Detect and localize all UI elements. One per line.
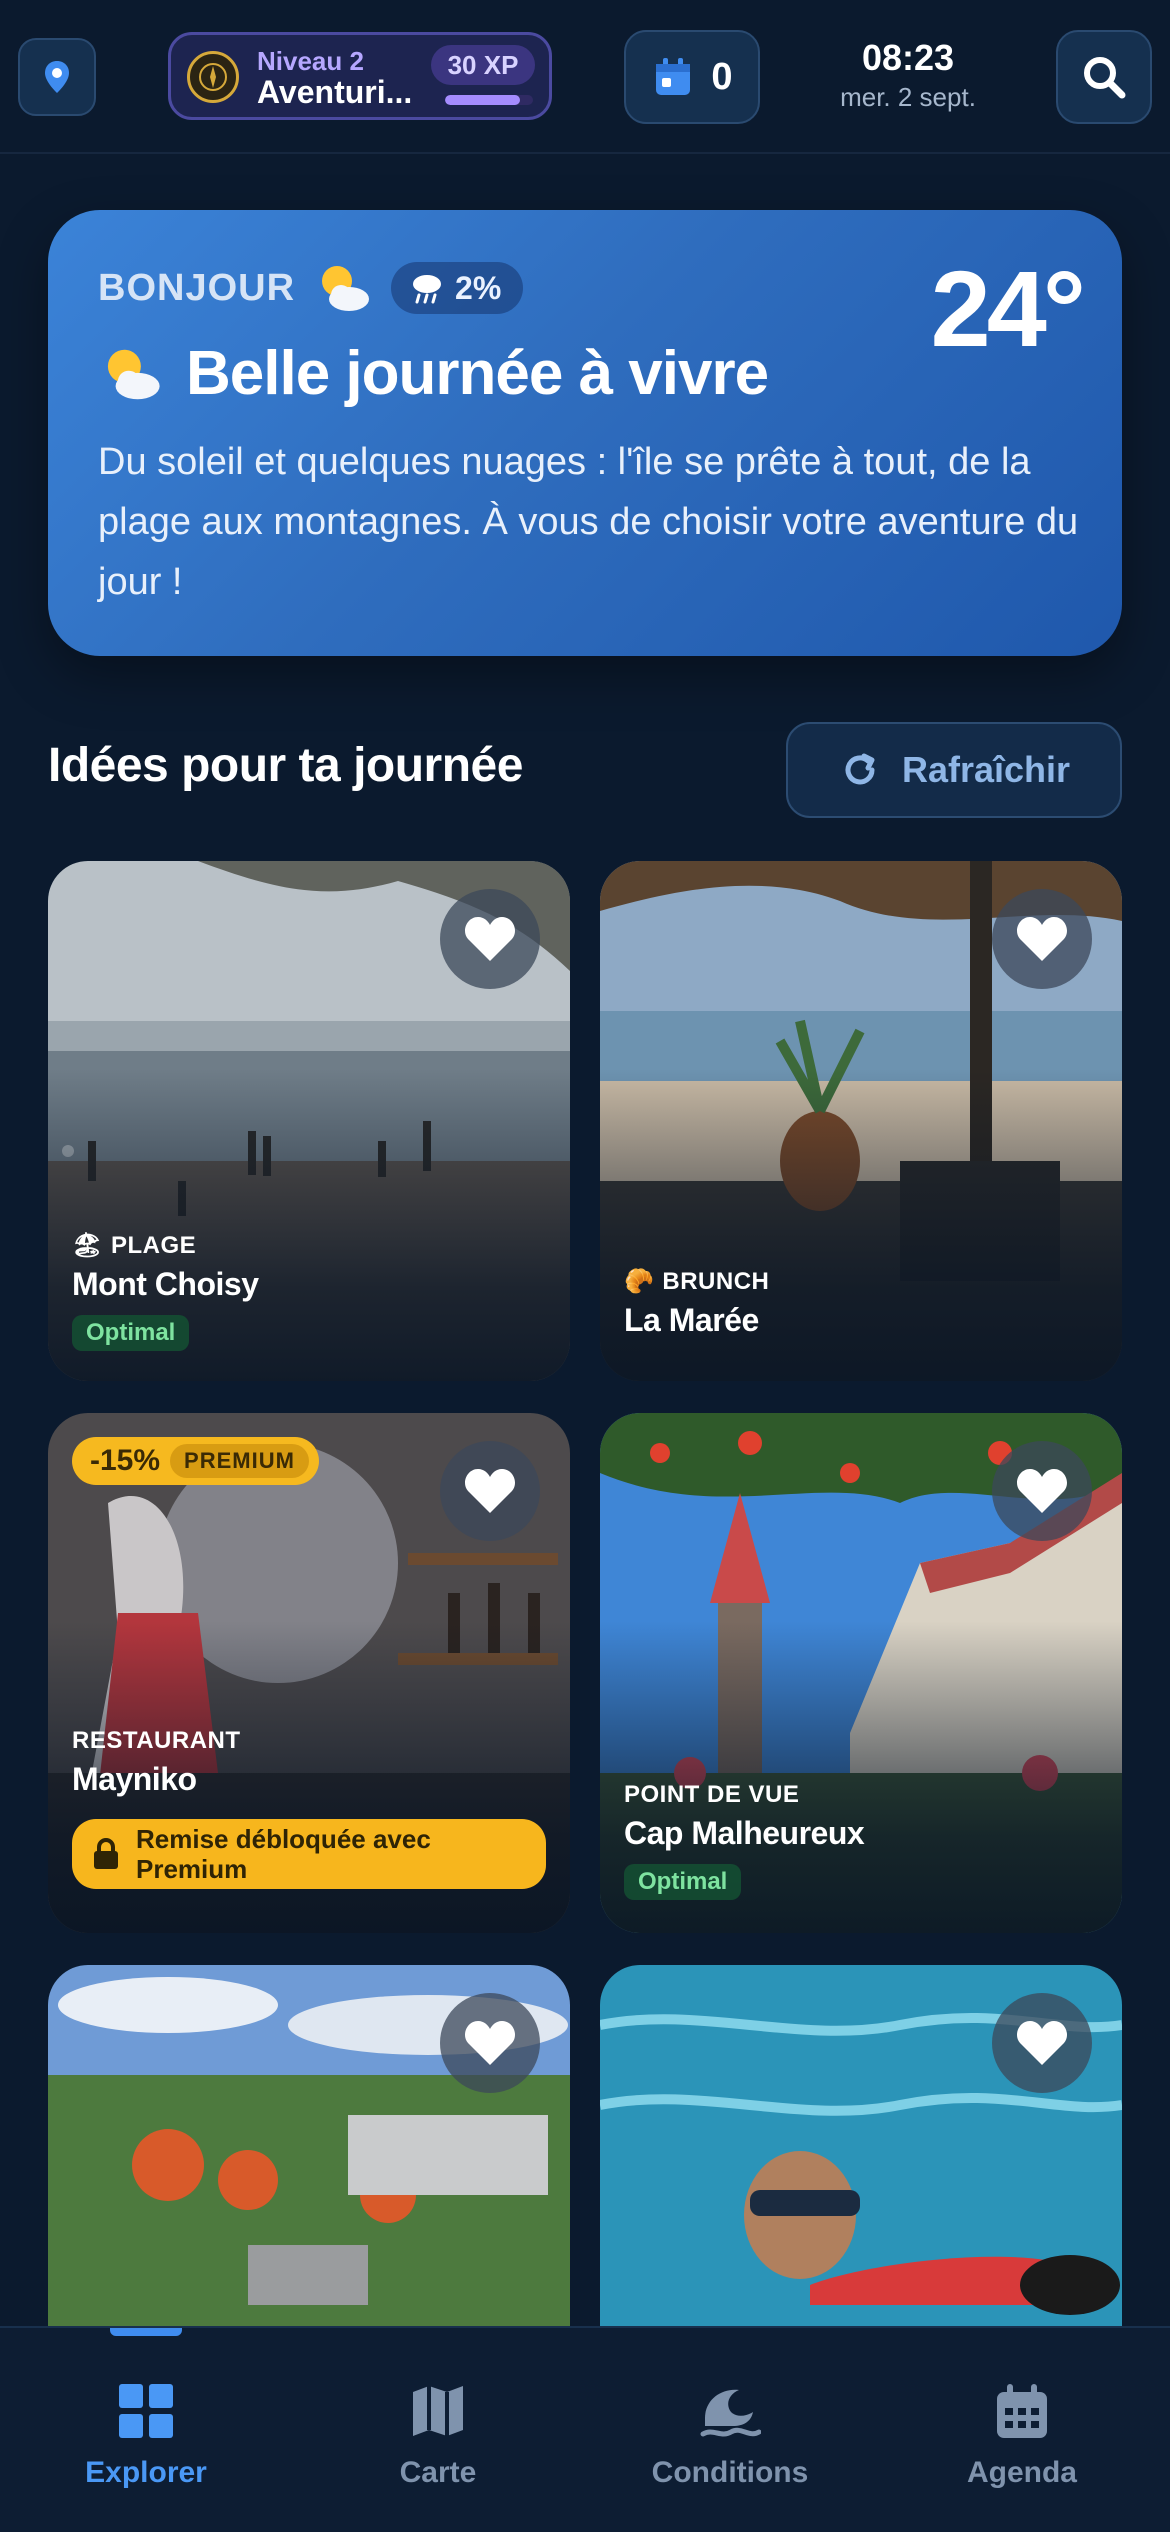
heart-icon bbox=[464, 2021, 516, 2065]
location-pin-icon bbox=[45, 61, 69, 93]
status-badge: Optimal bbox=[72, 1315, 190, 1351]
card-category: 🏖 PLAGE bbox=[72, 1231, 258, 1260]
card-category-label: BRUNCH bbox=[662, 1267, 770, 1295]
idea-card[interactable]: 🥐 BRUNCH La Marée bbox=[600, 861, 1122, 1381]
wave-icon bbox=[700, 2389, 761, 2437]
nav-tab-conditions[interactable]: Conditions bbox=[584, 2382, 876, 2490]
nav-label: Carte bbox=[399, 2456, 477, 2489]
card-name: La Marée bbox=[624, 1302, 759, 1338]
weather-description: Du soleil et quelques nuages : l'île se … bbox=[98, 441, 1079, 603]
nav-tab-carte[interactable]: Carte bbox=[292, 2382, 584, 2490]
idea-card[interactable]: -15% PREMIUM RESTAURANT Mayniko Remise d… bbox=[48, 1413, 570, 1933]
level-name: Aventuri... bbox=[257, 74, 413, 110]
agenda-count: 0 bbox=[711, 55, 733, 98]
card-category-emoji: 🥐 bbox=[624, 1268, 655, 1295]
clock-time: 08:23 bbox=[861, 37, 955, 78]
idea-card[interactable]: 🏖 PLAGE Mont Choisy Optimal bbox=[48, 861, 570, 1381]
sun-cloud-icon bbox=[107, 349, 160, 399]
nav-label: Conditions bbox=[651, 2456, 809, 2489]
location-button[interactable] bbox=[18, 38, 96, 116]
refresh-label: Rafraîchir bbox=[901, 749, 1071, 790]
nav-tab-explorer[interactable]: Explorer bbox=[0, 2382, 292, 2490]
status-badge: Optimal bbox=[624, 1864, 742, 1900]
premium-unlock-button[interactable]: Remise débloquée avec Premium bbox=[72, 1819, 546, 1889]
top-bar: Niveau 2 Aventuri... 30 XP 0 08:23 mer. … bbox=[0, 0, 1170, 154]
level-progress-pill[interactable]: Niveau 2 Aventuri... 30 XP bbox=[168, 32, 552, 120]
weather-title-text: Belle journée à vivre bbox=[186, 339, 769, 408]
weather-title: Belle journée à vivre bbox=[98, 338, 769, 409]
favorite-button[interactable] bbox=[440, 1993, 540, 2093]
map-icon bbox=[413, 2386, 463, 2436]
temperature: 24° bbox=[930, 248, 1086, 369]
agenda-counter-button[interactable]: 0 bbox=[624, 30, 760, 124]
nav-label: Agenda bbox=[966, 2456, 1077, 2489]
card-category: 🥐 BRUNCH bbox=[624, 1267, 769, 1296]
discount-percent: -15% bbox=[90, 1444, 161, 1477]
active-tab-indicator bbox=[110, 2328, 182, 2336]
rain-cloud-icon bbox=[413, 275, 442, 304]
xp-progress-bar bbox=[445, 95, 533, 105]
favorite-button[interactable] bbox=[992, 889, 1092, 989]
xp-badge: 30 XP bbox=[431, 45, 535, 85]
nav-tab-agenda[interactable]: Agenda bbox=[876, 2382, 1168, 2490]
nav-label: Explorer bbox=[85, 2456, 207, 2489]
sun-cloud-icon bbox=[322, 266, 370, 311]
grid-icon bbox=[119, 2384, 173, 2438]
calendar-icon bbox=[656, 58, 691, 95]
card-category: RESTAURANT bbox=[72, 1727, 241, 1754]
level-label: Niveau 2 bbox=[257, 46, 364, 76]
compass-icon bbox=[187, 51, 239, 103]
heart-icon bbox=[1016, 917, 1068, 961]
search-button[interactable] bbox=[1056, 30, 1152, 124]
card-category-emoji: 🏖 bbox=[72, 1232, 103, 1259]
favorite-button[interactable] bbox=[992, 1993, 1092, 2093]
weather-card[interactable]: BONJOUR 2% 24° Belle journée à vivre Du … bbox=[48, 210, 1122, 656]
card-name: Mayniko bbox=[72, 1761, 197, 1797]
bottom-nav: Explorer Carte Conditions Agenda bbox=[0, 2326, 1170, 2532]
favorite-button[interactable] bbox=[992, 1441, 1092, 1541]
ideas-section-title: Idées pour ta journée bbox=[48, 739, 523, 792]
premium-unlock-text: Remise débloquée avec Premium bbox=[136, 1824, 431, 1884]
idea-card[interactable]: POINT DE VUE Cap Malheureux Optimal bbox=[600, 1413, 1122, 1933]
card-category-label: PLAGE bbox=[110, 1231, 197, 1259]
lock-icon bbox=[94, 1838, 118, 1869]
clock-date: mer. 2 sept. bbox=[840, 82, 976, 112]
refresh-icon bbox=[845, 753, 875, 785]
card-name: Mont Choisy bbox=[72, 1266, 259, 1302]
heart-icon bbox=[464, 917, 516, 961]
card-text: POINT DE VUE Cap Malheureux Optimal bbox=[624, 1781, 865, 1900]
xp-progress-fill bbox=[445, 95, 520, 105]
favorite-button[interactable] bbox=[440, 1441, 540, 1541]
rain-chance: 2% bbox=[455, 269, 502, 306]
rain-chance-pill: 2% bbox=[391, 262, 524, 314]
search-icon bbox=[1084, 57, 1126, 99]
card-text: 🏖 PLAGE Mont Choisy Optimal bbox=[72, 1231, 259, 1351]
premium-tag: PREMIUM bbox=[170, 1444, 309, 1478]
calendar-icon bbox=[997, 2384, 1047, 2438]
card-text: RESTAURANT Mayniko bbox=[72, 1727, 241, 1798]
greeting-row: BONJOUR 2% bbox=[98, 258, 524, 318]
card-category: POINT DE VUE bbox=[624, 1781, 800, 1808]
greeting: BONJOUR bbox=[98, 266, 296, 309]
premium-discount-badge: -15% PREMIUM bbox=[72, 1437, 319, 1485]
card-name: Cap Malheureux bbox=[624, 1815, 865, 1851]
heart-icon bbox=[1016, 2021, 1068, 2065]
clock: 08:23 mer. 2 sept. bbox=[800, 34, 1016, 112]
card-text: 🥐 BRUNCH La Marée bbox=[624, 1267, 769, 1339]
favorite-button[interactable] bbox=[440, 889, 540, 989]
heart-icon bbox=[1016, 1469, 1068, 1513]
refresh-button[interactable]: Rafraîchir bbox=[786, 722, 1122, 818]
heart-icon bbox=[464, 1469, 516, 1513]
